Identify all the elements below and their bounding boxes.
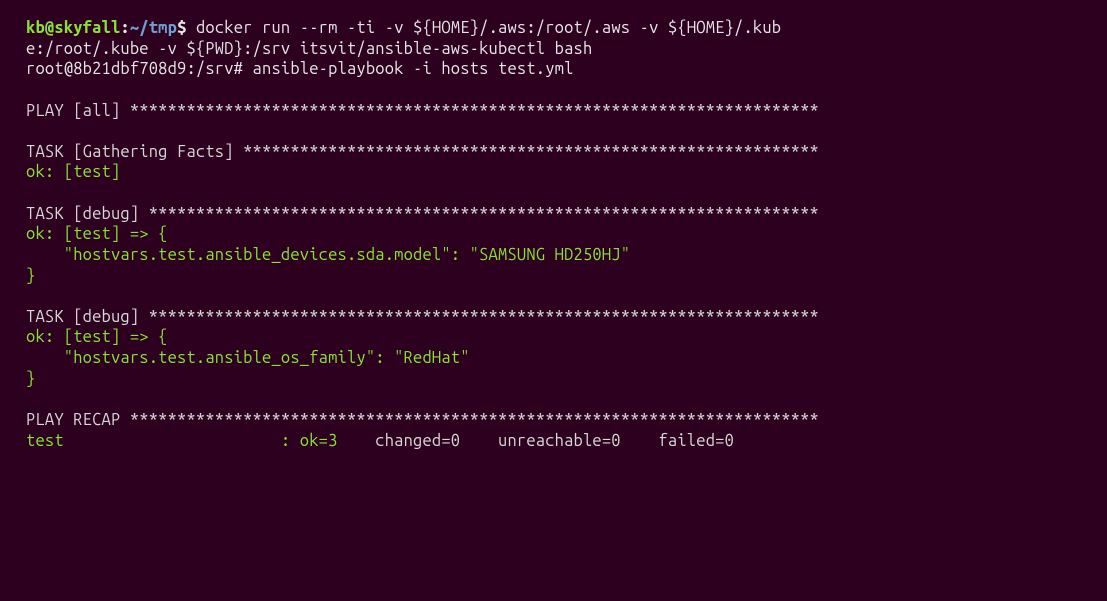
play-recap-row: test : ok=3 changed=0 unreachable=0 fail… [26,431,1081,452]
task-gathering-facts: TASK [Gathering Facts] *****************… [26,142,1081,163]
blank-line [26,389,1081,410]
ok-debug-2-line-2: "hostvars.test.ansible_os_family": "RedH… [26,348,1081,369]
ok-gathering-facts: ok: [test] [26,162,1081,183]
command-part-2: e:/root/.kube -v ${PWD}:/srv itsvit/ansi… [26,39,1081,60]
ok-debug-1-line-2: "hostvars.test.ansible_devices.sda.model… [26,245,1081,266]
recap-rest: changed=0 unreachable=0 failed=0 [338,432,734,450]
task-debug-1: TASK [debug] ***************************… [26,204,1081,225]
recap-host: test : [26,432,300,450]
ok-debug-1-line-3: } [26,266,1081,287]
ok-debug-2-line-3: } [26,369,1081,390]
prompt-path: ~/tmp [130,19,177,37]
play-header: PLAY [all] *****************************… [26,101,1081,122]
prompt-colon: : [120,19,129,37]
prompt-dollar: $ [177,19,196,37]
blank-line [26,80,1081,101]
ok-debug-1-line-1: ok: [test] => { [26,224,1081,245]
prompt-line-1: kb@skyfall:~/tmp$ docker run --rm -ti -v… [26,18,1081,39]
terminal[interactable]: kb@skyfall:~/tmp$ docker run --rm -ti -v… [26,18,1081,451]
play-recap-header: PLAY RECAP *****************************… [26,410,1081,431]
recap-ok-count: ok=3 [300,432,338,450]
prompt-user: kb@skyfall [26,19,120,37]
blank-line [26,286,1081,307]
blank-line [26,183,1081,204]
command-part-1: docker run --rm -ti -v ${HOME}/.aws:/roo… [196,19,781,37]
task-debug-2: TASK [debug] ***************************… [26,307,1081,328]
blank-line [26,121,1081,142]
ok-debug-2-line-1: ok: [test] => { [26,327,1081,348]
inner-prompt-line: root@8b21dbf708d9:/srv# ansible-playbook… [26,59,1081,80]
